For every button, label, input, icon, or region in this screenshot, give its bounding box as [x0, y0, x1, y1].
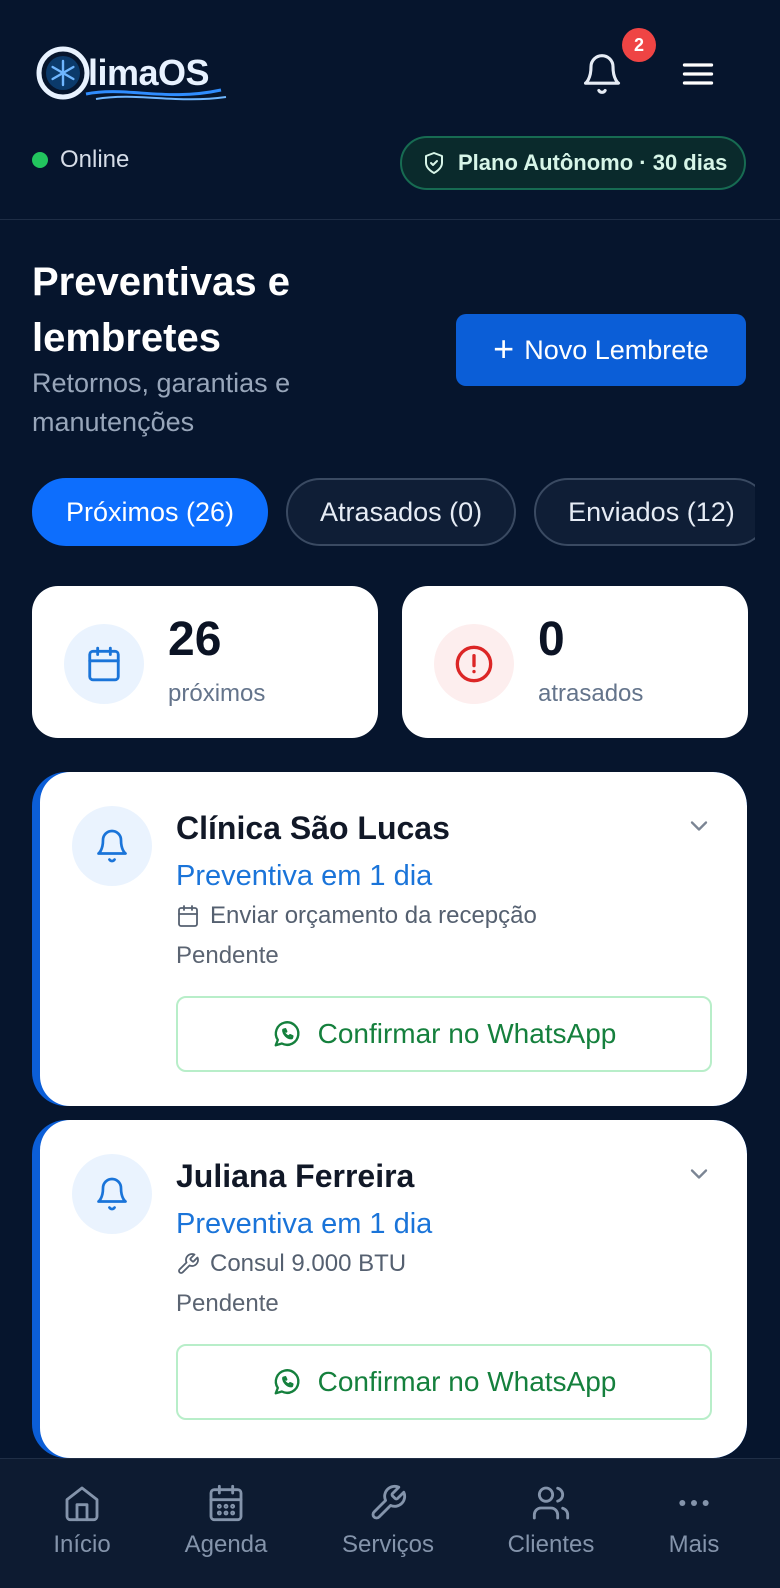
page-title: Preventivas e lembretes [32, 260, 290, 360]
stat-value: 26 [168, 613, 222, 666]
shield-check-icon [425, 152, 443, 174]
stat-label: atrasados [538, 680, 644, 707]
reminder-icon-wrap [72, 806, 152, 886]
confirm-whatsapp-button[interactable]: Confirmar no WhatsApp [176, 1344, 712, 1420]
stat-icon-wrap [64, 624, 144, 704]
reminder-card[interactable]: Clínica São Lucas Preventiva em 1 dia En… [32, 772, 747, 1106]
new-reminder-button[interactable]: + Novo Lembrete [456, 314, 746, 386]
climaos-logo[interactable]: limaOS [36, 42, 236, 104]
page-subtitle: Retornos, garantias e manutenções [32, 368, 291, 437]
reminder-status: Pendente [176, 942, 279, 969]
confirm-whatsapp-label: Confirmar no WhatsApp [317, 1018, 617, 1049]
confirm-whatsapp-label: Confirmar no WhatsApp [317, 1366, 617, 1397]
reminder-icon-wrap [72, 1154, 152, 1234]
more-icon [679, 1500, 709, 1506]
nav-item-clients[interactable]: Clientes [481, 1459, 621, 1588]
client-name: Juliana Ferreira [176, 1158, 415, 1194]
stat-label: próximos [168, 680, 266, 707]
logo-text: limaOS [88, 52, 210, 93]
reminder-card-body: Juliana Ferreira Preventiva em 1 dia Con… [40, 1120, 747, 1458]
bottom-navigation: Início Agenda Serviços Clientes Mais [0, 1458, 780, 1588]
reminder-detail-text: Enviar orçamento da recepção [210, 902, 537, 929]
wrench-icon [371, 1484, 407, 1520]
nav-item-more[interactable]: Mais [624, 1459, 764, 1588]
plan-label: Plano Autônomo · 30 dias [458, 150, 728, 175]
whatsapp-icon [274, 1369, 300, 1395]
nav-item-home[interactable]: Início [12, 1459, 152, 1588]
reminder-status: Pendente [176, 1290, 279, 1317]
notifications-button[interactable] [580, 52, 624, 96]
home-icon [65, 1486, 99, 1522]
stat-card-overdue: 0 atrasados [402, 586, 748, 738]
nav-label: Serviços [341, 1531, 435, 1558]
tab-upcoming[interactable]: Próximos (26) [32, 478, 269, 546]
nav-item-agenda[interactable]: Agenda [156, 1459, 296, 1588]
chevron-down-icon[interactable] [685, 1160, 713, 1188]
bell-icon [583, 54, 621, 94]
app-header: limaOS 2 Online Plano Autônomo · 30 dias [0, 0, 780, 220]
users-icon [532, 1486, 570, 1520]
reminder-detail: Consul 9.000 BTU [176, 1250, 406, 1278]
new-reminder-label: Novo Lembrete [524, 334, 709, 365]
hamburger-icon [682, 63, 714, 85]
stat-value: 0 [538, 613, 565, 666]
tab-overdue[interactable]: Atrasados (0) [286, 478, 517, 546]
nav-label: Clientes [507, 1531, 595, 1558]
calendar-icon [88, 646, 120, 682]
plan-badge[interactable]: Plano Autônomo · 30 dias [400, 136, 746, 190]
notification-count-badge: 2 [622, 28, 656, 62]
nav-label: Início [53, 1531, 111, 1558]
reminder-card-body: Clínica São Lucas Preventiva em 1 dia En… [40, 772, 747, 1106]
online-dot-icon [32, 152, 48, 168]
alert-circle-icon [455, 645, 493, 683]
reminder-detail-text: Consul 9.000 BTU [210, 1250, 407, 1277]
nav-label: Agenda [184, 1531, 268, 1558]
calendar-icon [178, 905, 198, 927]
plus-icon: + [493, 327, 515, 369]
stat-card-upcoming: 26 próximos [32, 586, 378, 738]
wrench-icon [178, 1253, 199, 1274]
reminder-due: Preventiva em 1 dia [176, 1208, 433, 1240]
connection-status: Online [32, 146, 129, 174]
reminder-card[interactable]: Juliana Ferreira Preventiva em 1 dia Con… [32, 1120, 747, 1458]
bell-icon [97, 1177, 127, 1211]
tab-sent[interactable]: Enviados (12) [534, 478, 755, 546]
chevron-down-icon[interactable] [685, 812, 713, 840]
bell-icon [97, 829, 127, 863]
whatsapp-icon [274, 1021, 300, 1047]
filter-tabs: Próximos (26) Atrasados (0) Enviados (12… [32, 478, 755, 548]
status-label: Online [60, 146, 130, 173]
client-name: Clínica São Lucas [176, 810, 450, 846]
stat-icon-wrap [434, 624, 514, 704]
nav-item-services[interactable]: Serviços [318, 1459, 458, 1588]
nav-label: Mais [668, 1531, 720, 1558]
confirm-whatsapp-button[interactable]: Confirmar no WhatsApp [176, 996, 712, 1072]
reminder-due: Preventiva em 1 dia [176, 860, 433, 892]
menu-button[interactable] [680, 56, 716, 92]
calendar-icon [209, 1484, 243, 1522]
reminder-detail: Enviar orçamento da recepção [176, 902, 537, 930]
